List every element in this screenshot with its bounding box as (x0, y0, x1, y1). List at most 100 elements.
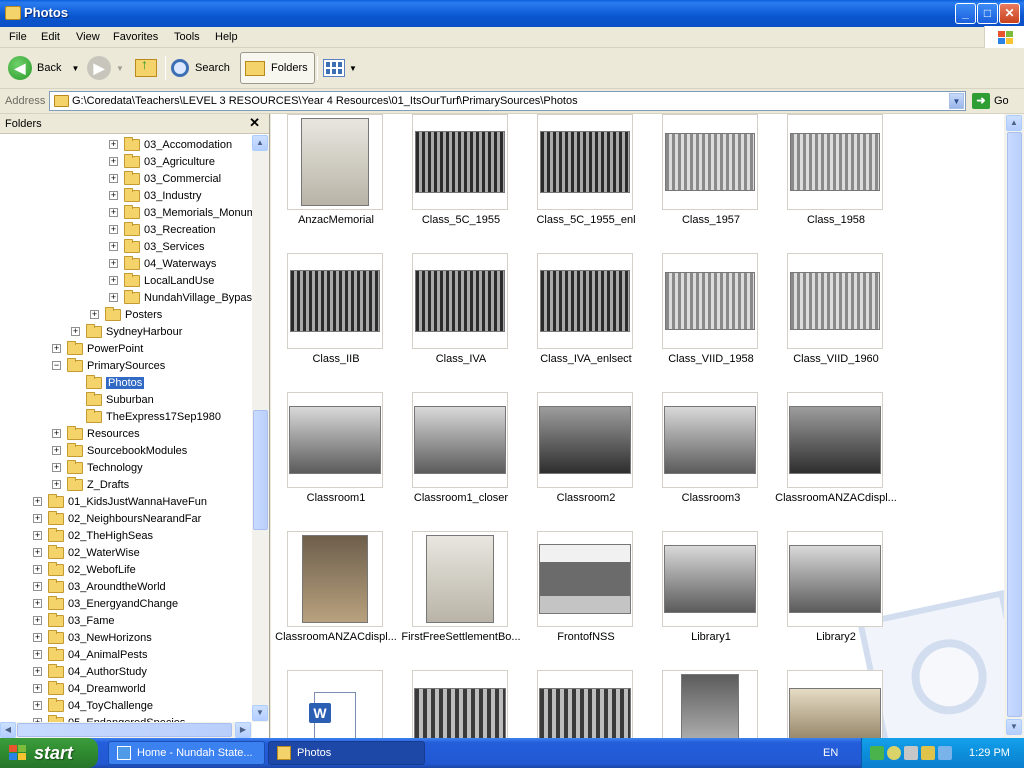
thumbnail-frame[interactable] (662, 531, 758, 627)
expand-icon[interactable]: + (109, 191, 118, 200)
tree-node-label[interactable]: 03_Services (144, 241, 205, 253)
start-button[interactable]: start (0, 738, 98, 768)
address-dropdown-icon[interactable]: ▼ (949, 93, 964, 109)
tree-vertical-scrollbar[interactable]: ▲ ▼ (252, 135, 269, 722)
scroll-right-icon[interactable]: ▶ (235, 722, 251, 738)
file-item[interactable] (773, 670, 899, 738)
thumbnail-frame[interactable] (412, 670, 508, 738)
tree-node[interactable]: +03_EnergyandChange (33, 595, 178, 612)
file-name[interactable]: Class_IVA (398, 353, 524, 365)
tree-node[interactable]: +02_NeighboursNearandFar (33, 510, 201, 527)
thumbnail-frame[interactable] (287, 253, 383, 349)
tree-node-label[interactable]: PowerPoint (87, 343, 143, 355)
menu-edit[interactable]: Edit (41, 31, 60, 43)
thumbnail-frame[interactable] (662, 392, 758, 488)
thumbnail-frame[interactable] (412, 531, 508, 627)
tree-node[interactable]: +04_AuthorStudy (33, 663, 147, 680)
scroll-down-icon[interactable]: ▼ (252, 705, 268, 721)
thumbnail-frame[interactable] (537, 531, 633, 627)
tree-node-label[interactable]: 03_Memorials_Monum (144, 207, 252, 219)
expand-icon[interactable]: + (109, 140, 118, 149)
back-button[interactable]: ◀ Back ▼ (8, 52, 79, 84)
file-name[interactable]: ClassroomANZACdispl... (273, 631, 399, 643)
close-pane-icon[interactable]: ✕ (249, 115, 260, 131)
file-item[interactable]: Class_1957 (648, 114, 774, 244)
menu-favorites[interactable]: Favorites (113, 31, 158, 43)
folders-button[interactable]: Folders (240, 52, 315, 84)
expand-icon[interactable]: + (52, 480, 61, 489)
file-name[interactable]: Classroom2 (523, 492, 649, 504)
tree-node-label[interactable]: Resources (87, 428, 140, 440)
tree-node-label[interactable]: 03_Accomodation (144, 139, 232, 151)
tree-node[interactable]: +01_KidsJustWannaHaveFun (33, 493, 207, 510)
tree-node[interactable]: +05_EndangeredSpecies (33, 714, 185, 722)
file-name[interactable]: AnzacMemorial (273, 214, 399, 226)
collapse-icon[interactable]: − (52, 361, 61, 370)
file-item[interactable]: Class_IVA (398, 253, 524, 383)
tree-node-label[interactable]: NundahVillage_Bypass (144, 292, 252, 304)
file-item[interactable]: Classroom1 (273, 392, 399, 522)
tree-node[interactable]: + Posters (90, 306, 162, 323)
tree-node-label[interactable]: Technology (87, 462, 143, 474)
language-indicator[interactable]: EN (823, 747, 838, 759)
tree-node-label[interactable]: 03_AroundtheWorld (68, 581, 166, 593)
antivirus-icon[interactable] (887, 746, 901, 760)
thumbnail-frame[interactable] (412, 114, 508, 210)
tree-node[interactable]: +03_Fame (33, 612, 114, 629)
file-name[interactable]: Classroom3 (648, 492, 774, 504)
file-item[interactable]: FirstFreeSettlementBo... (398, 531, 524, 661)
alert-icon[interactable] (921, 746, 935, 760)
expand-icon[interactable]: + (109, 293, 118, 302)
tree-node[interactable]: + SourcebookModules (52, 442, 187, 459)
taskbar-item-photos[interactable]: Photos (268, 741, 425, 765)
file-name[interactable]: ClassroomANZACdispl... (773, 492, 899, 504)
tree-node-label[interactable]: Photos (106, 376, 145, 389)
display-icon[interactable] (938, 746, 952, 760)
file-item[interactable]: Classroom2 (523, 392, 649, 522)
tree-node-label[interactable]: Suburban (106, 394, 154, 406)
file-name[interactable]: FirstFreeSettlementBo... (398, 631, 524, 643)
tree-node-label[interactable]: 04_AuthorStudy (68, 666, 147, 678)
tree-node[interactable]: + Resources (52, 425, 140, 442)
file-name[interactable]: Class_VIID_1958 (648, 353, 774, 365)
tree-node[interactable]: + LocalLandUse (109, 272, 214, 289)
tree-node-label[interactable]: TheExpress17Sep1980 (106, 411, 221, 423)
tree-node-label[interactable]: 04_AnimalPests (68, 649, 148, 661)
address-input[interactable]: G:\Coredata\Teachers\LEVEL 3 RESOURCES\Y… (49, 91, 966, 111)
tree-node[interactable]: +04_Dreamworld (33, 680, 146, 697)
scroll-down-icon[interactable]: ▼ (1006, 719, 1022, 735)
expand-icon[interactable]: + (109, 225, 118, 234)
forward-button[interactable]: ▶ ▼ (87, 52, 124, 84)
file-item[interactable]: Class_VIID_1960 (773, 253, 899, 383)
tree-node-label[interactable]: 04_Waterways (144, 258, 216, 270)
thumbnail-frame[interactable] (662, 253, 758, 349)
scroll-up-icon[interactable]: ▲ (252, 135, 268, 151)
tree-node[interactable]: + NundahVillage_Bypass (109, 289, 252, 306)
file-item[interactable]: Class_IIB (273, 253, 399, 383)
expand-icon[interactable]: + (52, 446, 61, 455)
tree-node-label[interactable]: PrimarySources (87, 360, 165, 372)
thumbnail-frame[interactable] (787, 392, 883, 488)
tree-node[interactable]: Photos (71, 374, 145, 391)
file-name[interactable]: Library1 (648, 631, 774, 643)
tree-node-label[interactable]: 02_WaterWise (68, 547, 140, 559)
tree-node-label[interactable]: 03_Fame (68, 615, 114, 627)
tree-horizontal-scrollbar[interactable]: ◀ ▶ (0, 722, 252, 738)
tree-node[interactable]: +03_Accomodation (109, 136, 232, 153)
menu-file[interactable]: File (9, 31, 27, 43)
expand-icon[interactable]: + (71, 327, 80, 336)
tree-node-label[interactable]: SydneyHarbour (106, 326, 182, 338)
tree-node[interactable]: + Technology (52, 459, 143, 476)
maximize-button[interactable]: □ (977, 3, 998, 24)
file-item[interactable] (273, 670, 399, 738)
file-item[interactable]: Class_1958 (773, 114, 899, 244)
file-name[interactable]: Class_VIID_1960 (773, 353, 899, 365)
file-name[interactable]: Class_IIB (273, 353, 399, 365)
file-item[interactable]: Classroom1_closer (398, 392, 524, 522)
tree-node[interactable]: +03_Commercial (109, 170, 221, 187)
tree-node-label[interactable]: 02_TheHighSeas (68, 530, 153, 542)
expand-icon[interactable]: + (109, 276, 118, 285)
file-item[interactable]: ClassroomANZACdispl... (773, 392, 899, 522)
chevron-down-icon[interactable]: ▼ (116, 64, 124, 73)
tree-node[interactable]: +03_Memorials_Monum (109, 204, 252, 221)
